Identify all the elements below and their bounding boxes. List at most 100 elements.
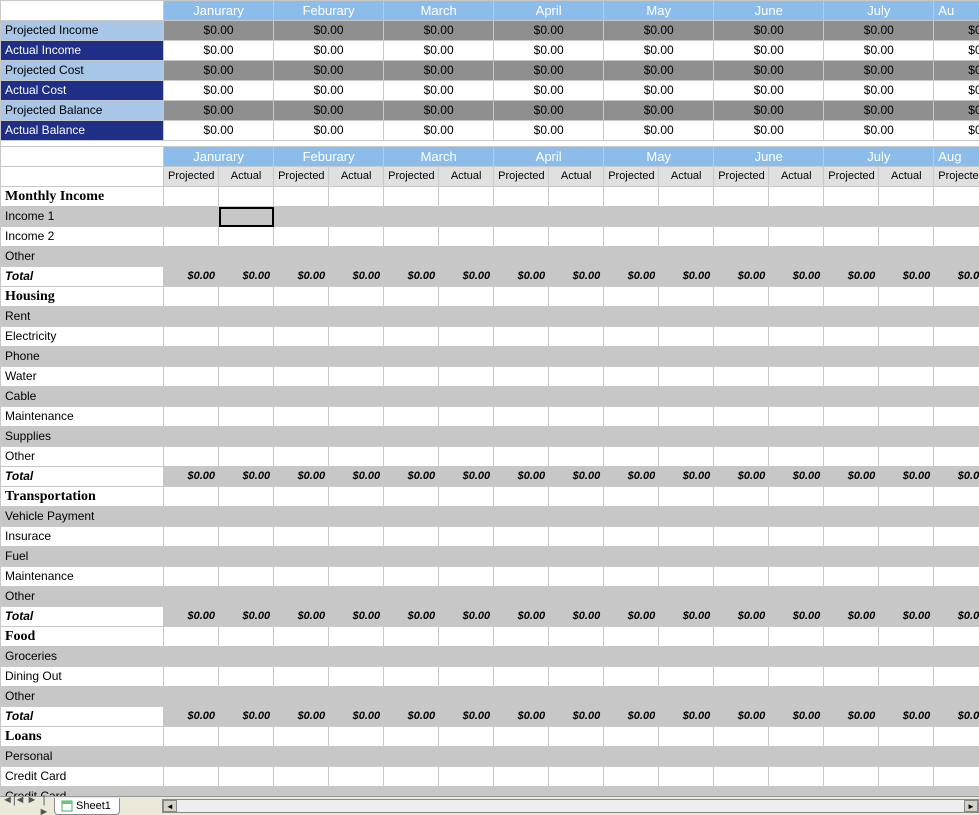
cell[interactable] (549, 307, 604, 327)
cell[interactable] (219, 567, 274, 587)
cell[interactable] (274, 627, 329, 647)
cell[interactable] (549, 667, 604, 687)
cell[interactable] (164, 227, 219, 247)
cell[interactable]: Electricity (1, 327, 164, 347)
cell[interactable]: Projected Balance (1, 101, 164, 121)
cell[interactable] (494, 327, 549, 347)
cell[interactable] (714, 487, 769, 507)
cell[interactable]: $0.00 (714, 41, 824, 61)
cell[interactable] (879, 307, 934, 327)
cell[interactable] (494, 787, 549, 797)
sheet-tab[interactable]: Sheet1 (54, 798, 120, 815)
cell[interactable] (604, 427, 659, 447)
cell[interactable]: $0.00 (384, 607, 439, 627)
cell[interactable] (549, 207, 604, 227)
cell[interactable] (384, 247, 439, 267)
cell[interactable] (549, 747, 604, 767)
cell[interactable]: Vehicle Payment (1, 507, 164, 527)
cell[interactable] (384, 787, 439, 797)
cell[interactable] (824, 587, 879, 607)
cell[interactable] (384, 687, 439, 707)
cell[interactable] (659, 287, 714, 307)
cell[interactable] (824, 747, 879, 767)
cell[interactable] (494, 247, 549, 267)
cell[interactable] (879, 187, 934, 207)
cell[interactable]: $0.00 (549, 467, 604, 487)
cell[interactable]: $0.00 (714, 21, 824, 41)
cell[interactable]: $0.00 (164, 121, 274, 141)
cell[interactable] (274, 367, 329, 387)
cell[interactable] (604, 367, 659, 387)
cell[interactable]: $0.00 (769, 467, 824, 487)
cell[interactable] (274, 567, 329, 587)
cell[interactable] (714, 727, 769, 747)
cell[interactable]: Projected (934, 167, 979, 187)
cell[interactable] (219, 227, 274, 247)
cell[interactable] (439, 387, 494, 407)
cell[interactable] (549, 787, 604, 797)
cell[interactable] (714, 447, 769, 467)
cell[interactable] (934, 327, 979, 347)
cell[interactable]: Total (1, 607, 164, 627)
cell[interactable] (439, 547, 494, 567)
cell[interactable] (329, 227, 384, 247)
cell[interactable] (219, 287, 274, 307)
cell[interactable] (219, 507, 274, 527)
cell[interactable] (274, 687, 329, 707)
cell[interactable] (769, 487, 824, 507)
cell[interactable]: $0.00 (549, 707, 604, 727)
cell[interactable] (439, 527, 494, 547)
cell[interactable] (219, 687, 274, 707)
cell[interactable]: Income 1 (1, 207, 164, 227)
cell[interactable] (439, 447, 494, 467)
cell[interactable] (494, 227, 549, 247)
cell[interactable]: $0.00 (439, 607, 494, 627)
cell[interactable] (549, 587, 604, 607)
cell[interactable] (659, 727, 714, 747)
cell[interactable] (384, 427, 439, 447)
cell[interactable] (329, 527, 384, 547)
cell[interactable]: $0.00 (384, 707, 439, 727)
cell[interactable]: $0.00 (494, 41, 604, 61)
cell[interactable]: $0.00 (824, 41, 934, 61)
cell[interactable]: $0. (934, 121, 979, 141)
cell[interactable] (164, 307, 219, 327)
cell[interactable] (164, 787, 219, 797)
cell[interactable] (329, 327, 384, 347)
cell[interactable] (219, 647, 274, 667)
cell[interactable] (659, 207, 714, 227)
cell[interactable] (714, 387, 769, 407)
cell[interactable] (549, 527, 604, 547)
cell[interactable] (934, 307, 979, 327)
cell[interactable] (439, 487, 494, 507)
cell[interactable] (714, 547, 769, 567)
cell[interactable]: $0.00 (219, 467, 274, 487)
cell[interactable]: $0.00 (824, 101, 934, 121)
cell[interactable] (384, 567, 439, 587)
cell[interactable] (549, 547, 604, 567)
cell[interactable]: $0. (934, 41, 979, 61)
tab-nav-next[interactable]: ► (26, 794, 38, 815)
cell[interactable] (219, 427, 274, 447)
cell[interactable] (274, 767, 329, 787)
cell[interactable]: Maintenance (1, 567, 164, 587)
cell[interactable]: Food (1, 627, 164, 647)
cell[interactable]: Phone (1, 347, 164, 367)
cell[interactable] (934, 347, 979, 367)
cell[interactable] (494, 287, 549, 307)
cell[interactable] (494, 667, 549, 687)
cell[interactable] (659, 427, 714, 447)
cell[interactable]: Projected (604, 167, 659, 187)
cell[interactable] (879, 507, 934, 527)
cell[interactable]: Income 2 (1, 227, 164, 247)
cell[interactable] (219, 587, 274, 607)
cell[interactable] (549, 347, 604, 367)
cell[interactable] (329, 247, 384, 267)
scroll-right-button[interactable]: ► (964, 800, 978, 812)
cell[interactable] (384, 627, 439, 647)
cell[interactable] (879, 367, 934, 387)
cell[interactable]: Rent (1, 307, 164, 327)
cell[interactable] (769, 747, 824, 767)
cell[interactable] (824, 247, 879, 267)
cell[interactable] (604, 187, 659, 207)
